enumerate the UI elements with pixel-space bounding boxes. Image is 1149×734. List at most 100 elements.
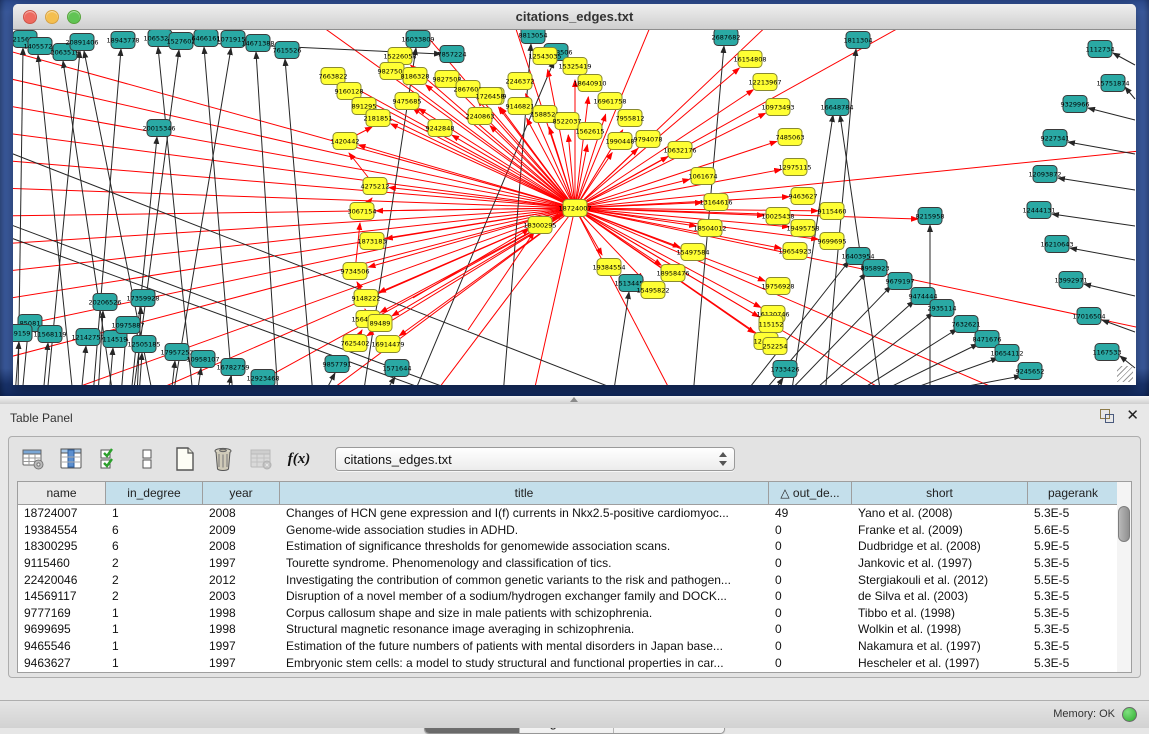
column-header-short[interactable]: short bbox=[852, 482, 1028, 504]
graph-node[interactable]: 16914479 bbox=[371, 336, 404, 353]
column-header-name[interactable]: name bbox=[18, 482, 106, 504]
graph-node[interactable]: 16961758 bbox=[593, 93, 626, 110]
graph-node[interactable]: 9734506 bbox=[341, 263, 370, 280]
table-row[interactable]: 946554611997Estimation of the future num… bbox=[18, 638, 1119, 655]
graph-node[interactable]: 18958476 bbox=[656, 265, 689, 282]
graph-node[interactable]: 12543035 bbox=[528, 48, 561, 65]
graph-node[interactable]: 12505185 bbox=[127, 336, 160, 353]
graph-node[interactable]: 18724007 bbox=[558, 200, 591, 217]
table-row[interactable]: 2242004622012Investigating the contribut… bbox=[18, 571, 1119, 588]
graph-node[interactable]: 10025438 bbox=[761, 208, 794, 225]
graph-node[interactable]: 8813054 bbox=[519, 30, 548, 44]
graph-node[interactable]: 9115460 bbox=[818, 203, 847, 220]
graph-node[interactable]: 10654112 bbox=[990, 345, 1023, 362]
graph-node[interactable]: 9699695 bbox=[818, 233, 847, 250]
graph-node[interactable]: 20015346 bbox=[142, 120, 175, 137]
graph-node[interactable]: 12923468 bbox=[246, 370, 279, 386]
graph-node[interactable]: 18300295 bbox=[523, 217, 556, 234]
new-file-button[interactable] bbox=[171, 445, 199, 473]
graph-node[interactable]: 7857224 bbox=[438, 46, 467, 63]
graph-node[interactable]: 8215958 bbox=[916, 208, 945, 225]
table-row[interactable]: 1872400712008Changes of HCN gene express… bbox=[18, 505, 1119, 522]
graph-node[interactable]: 20206526 bbox=[88, 294, 121, 311]
table-scrollbar[interactable] bbox=[1117, 481, 1132, 673]
graph-node[interactable]: 2181851 bbox=[364, 110, 393, 127]
network-window[interactable]: citations_edges.txt 21565414055724206351… bbox=[13, 4, 1136, 385]
close-panel-icon[interactable]: ✕ bbox=[1126, 409, 1139, 423]
table-row[interactable]: 911546021997Tourette syndrome. Phenomeno… bbox=[18, 555, 1119, 572]
graph-node[interactable]: 17016504 bbox=[1072, 308, 1105, 325]
graph-node[interactable]: 1167533 bbox=[1093, 344, 1122, 361]
delete-table-button[interactable] bbox=[247, 445, 275, 473]
show-column-button[interactable] bbox=[57, 445, 85, 473]
zoom-window-button[interactable] bbox=[67, 10, 81, 24]
float-panel-icon[interactable] bbox=[1100, 409, 1114, 423]
graph-node[interactable]: 15325419 bbox=[558, 58, 591, 75]
column-header-pagerank[interactable]: pagerank bbox=[1028, 482, 1119, 504]
graph-node[interactable]: 9329966 bbox=[1061, 96, 1090, 113]
table-source-dropdown[interactable]: citations_edges.txt bbox=[335, 447, 735, 471]
graph-node[interactable]: 1420442 bbox=[331, 133, 360, 150]
graph-node[interactable]: 10973493 bbox=[761, 99, 794, 116]
graph-node[interactable]: 12444131 bbox=[1022, 202, 1055, 219]
table-settings-button[interactable] bbox=[19, 445, 47, 473]
graph-node[interactable]: 39159 bbox=[13, 325, 32, 342]
column-header-in_degree[interactable]: in_degree bbox=[106, 482, 203, 504]
window-resize-grip[interactable] bbox=[1117, 366, 1133, 382]
graph-node[interactable]: 9679197 bbox=[886, 273, 915, 290]
graph-node[interactable]: 18943778 bbox=[106, 32, 139, 49]
graph-node[interactable]: 1726458 bbox=[476, 88, 505, 105]
graph-node[interactable]: 19756928 bbox=[761, 278, 794, 295]
function-builder-button[interactable]: f(x) bbox=[285, 445, 313, 473]
graph-node[interactable]: 10632176 bbox=[663, 142, 696, 159]
graph-node[interactable]: 19495758 bbox=[786, 220, 819, 237]
graph-node[interactable]: 9148222 bbox=[352, 290, 381, 307]
graph-node[interactable]: 9463627 bbox=[789, 188, 818, 205]
graph-node[interactable]: 2935114 bbox=[928, 300, 957, 317]
graph-node[interactable]: 12213967 bbox=[748, 74, 781, 91]
graph-node[interactable]: 18640910 bbox=[573, 75, 606, 92]
graph-node[interactable]: 1562615 bbox=[576, 123, 605, 140]
close-window-button[interactable] bbox=[23, 10, 37, 24]
column-header-year[interactable]: year bbox=[203, 482, 280, 504]
graph-node[interactable]: 3067154 bbox=[348, 203, 377, 220]
graph-node[interactable]: 16033809 bbox=[401, 31, 434, 48]
graph-node[interactable]: 9160128 bbox=[335, 83, 364, 100]
column-header-title[interactable]: title bbox=[280, 482, 769, 504]
graph-node[interactable]: 1990448 bbox=[606, 133, 635, 150]
graph-node[interactable]: 12975115 bbox=[778, 159, 811, 176]
graph-node[interactable]: 4275212 bbox=[361, 178, 390, 195]
graph-node[interactable]: 16782759 bbox=[216, 359, 249, 376]
graph-node[interactable]: 9475685 bbox=[393, 93, 422, 110]
minimize-window-button[interactable] bbox=[45, 10, 59, 24]
graph-node[interactable]: 16648784 bbox=[820, 99, 853, 116]
graph-node[interactable]: 1733426 bbox=[771, 361, 800, 378]
graph-node[interactable]: 7485063 bbox=[776, 129, 805, 146]
citation-network-graph[interactable]: 2156541405572420635192089140618943778106… bbox=[13, 30, 1136, 385]
graph-node[interactable]: 12142757 bbox=[71, 329, 104, 346]
graph-node[interactable]: 16210643 bbox=[1040, 236, 1073, 253]
graph-node[interactable]: 13164616 bbox=[699, 194, 732, 211]
memory-status-indicator[interactable] bbox=[1122, 707, 1137, 722]
graph-node[interactable]: 9227341 bbox=[1041, 130, 1070, 147]
graph-node[interactable]: 7625402 bbox=[341, 335, 370, 352]
graph-node[interactable]: 2240863 bbox=[466, 108, 495, 125]
graph-node[interactable]: 7663822 bbox=[319, 68, 348, 85]
window-titlebar[interactable]: citations_edges.txt bbox=[13, 4, 1136, 30]
graph-node[interactable]: 17359928 bbox=[126, 290, 159, 307]
graph-node[interactable]: 19654923 bbox=[778, 243, 811, 260]
graph-node[interactable]: 20891406 bbox=[65, 34, 98, 51]
graph-node[interactable]: 7955812 bbox=[616, 110, 645, 127]
table-row[interactable]: 1456911722003Disruption of a novel membe… bbox=[18, 588, 1119, 605]
network-graph-canvas[interactable]: 2156541405572420635192089140618943778106… bbox=[13, 30, 1136, 385]
graph-node[interactable]: 18504012 bbox=[693, 220, 726, 237]
unselect-all-button[interactable] bbox=[133, 445, 161, 473]
graph-node[interactable]: 10975887 bbox=[111, 317, 144, 334]
graph-node[interactable]: 9794078 bbox=[634, 131, 663, 148]
table-scrollbar-thumb[interactable] bbox=[1118, 506, 1130, 542]
graph-node[interactable]: 1061674 bbox=[689, 168, 718, 185]
graph-node[interactable]: 1571644 bbox=[383, 360, 412, 377]
graph-node[interactable]: 1112734 bbox=[1086, 41, 1115, 58]
select-all-button[interactable] bbox=[95, 445, 123, 473]
graph-node[interactable]: 12093872 bbox=[1028, 166, 1061, 183]
